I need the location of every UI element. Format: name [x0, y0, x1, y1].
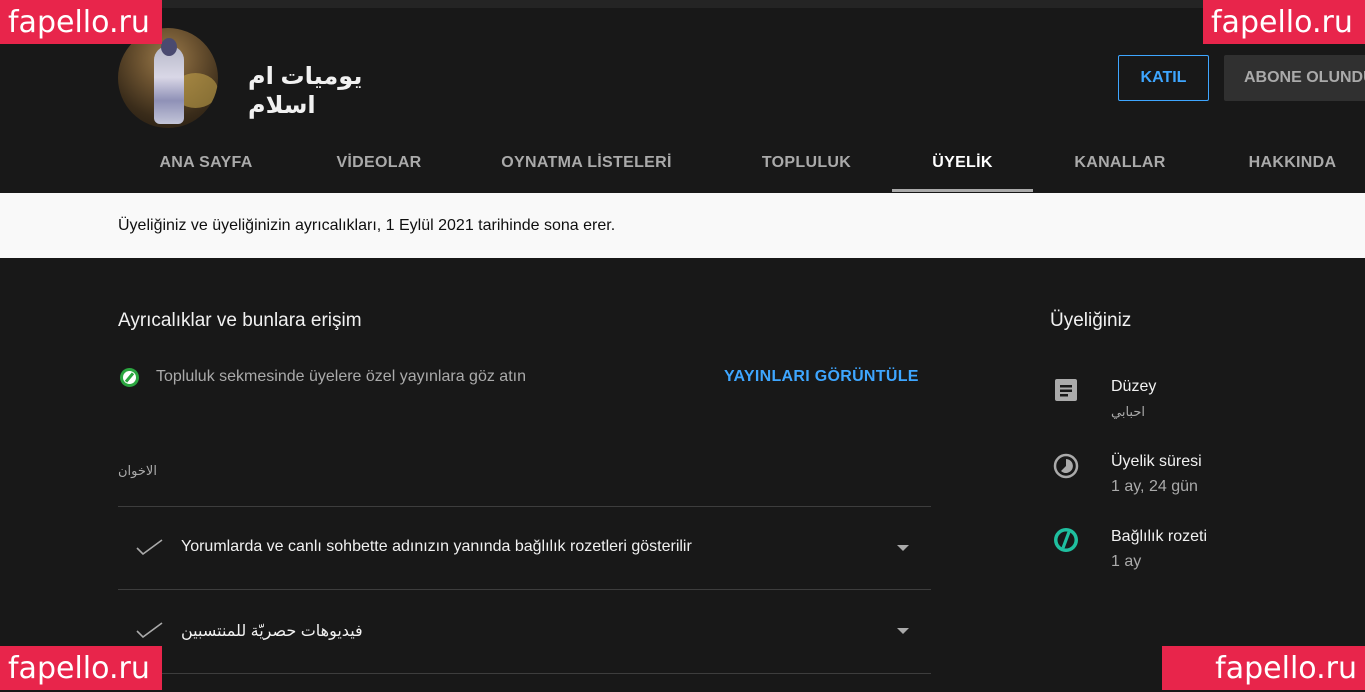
tab-membership[interactable]: ÜYELİK	[892, 133, 1033, 193]
avatar-head	[161, 38, 177, 56]
channel-tabs: ANA SAYFA VİDEOLAR OYNATMA LİSTELERİ TOP…	[118, 133, 1365, 193]
membership-expiry-notice: Üyeliğiniz ve üyeliğinizin ayrıcalıkları…	[0, 193, 1365, 258]
tab-about[interactable]: HAKKINDA	[1224, 133, 1361, 193]
tab-playlists[interactable]: OYNATMA LİSTELERİ	[464, 133, 709, 193]
watermark-bottom-right: fapello.ru	[1162, 646, 1365, 690]
community-perk-text: Topluluk sekmesinde üyelere özel yayınla…	[156, 368, 526, 385]
membership-title: Üyeliğiniz	[1050, 310, 1132, 331]
level-value: احبابي	[1111, 404, 1145, 419]
top-strip	[0, 0, 1365, 8]
duration-icon	[1052, 452, 1080, 480]
check-icon	[136, 539, 164, 555]
view-posts-button[interactable]: YAYINLARI GÖRÜNTÜLE	[724, 368, 919, 386]
check-icon	[136, 622, 164, 638]
perk-item-badges: Yorumlarda ve canlı sohbette adınızın ya…	[181, 538, 692, 555]
join-button[interactable]: KATIL	[1118, 55, 1209, 101]
level-icon	[1052, 376, 1080, 404]
badge-value: 1 ay	[1111, 553, 1142, 570]
loyalty-badge-icon	[1052, 526, 1080, 554]
tab-community[interactable]: TOPLULUK	[728, 133, 885, 193]
perks-title: Ayrıcalıklar ve bunlara erişim	[118, 310, 362, 331]
subscribed-button[interactable]: ABONE OLUNDU	[1224, 55, 1365, 101]
channel-name: يوميات ام اسلام	[248, 63, 363, 119]
tab-home[interactable]: ANA SAYFA	[118, 133, 294, 193]
divider	[118, 673, 931, 674]
tab-channels[interactable]: KANALLAR	[1050, 133, 1190, 193]
chevron-down-icon[interactable]	[897, 628, 909, 634]
divider	[118, 589, 931, 590]
duration-label: Üyelik süresi	[1111, 453, 1202, 470]
duration-value: 1 ay, 24 gün	[1111, 478, 1198, 495]
member-badge-icon	[120, 368, 139, 387]
watermark-top-right: fapello.ru	[1203, 0, 1365, 44]
chevron-down-icon[interactable]	[897, 545, 909, 551]
divider	[118, 506, 931, 507]
watermark-bottom-left: fapello.ru	[0, 646, 162, 690]
tier-label: الاخوان	[118, 463, 157, 478]
notice-text: Üyeliğiniz ve üyeliğinizin ayrıcalıkları…	[118, 216, 616, 234]
perk-item-exclusive-videos: فيديوهات حصريّة للمنتسبين	[181, 623, 363, 640]
tab-videos[interactable]: VİDEOLAR	[294, 133, 464, 193]
watermark-top-left: fapello.ru	[0, 0, 162, 44]
avatar-figure	[154, 46, 184, 124]
level-label: Düzey	[1111, 378, 1157, 395]
badge-label: Bağlılık rozeti	[1111, 528, 1208, 545]
